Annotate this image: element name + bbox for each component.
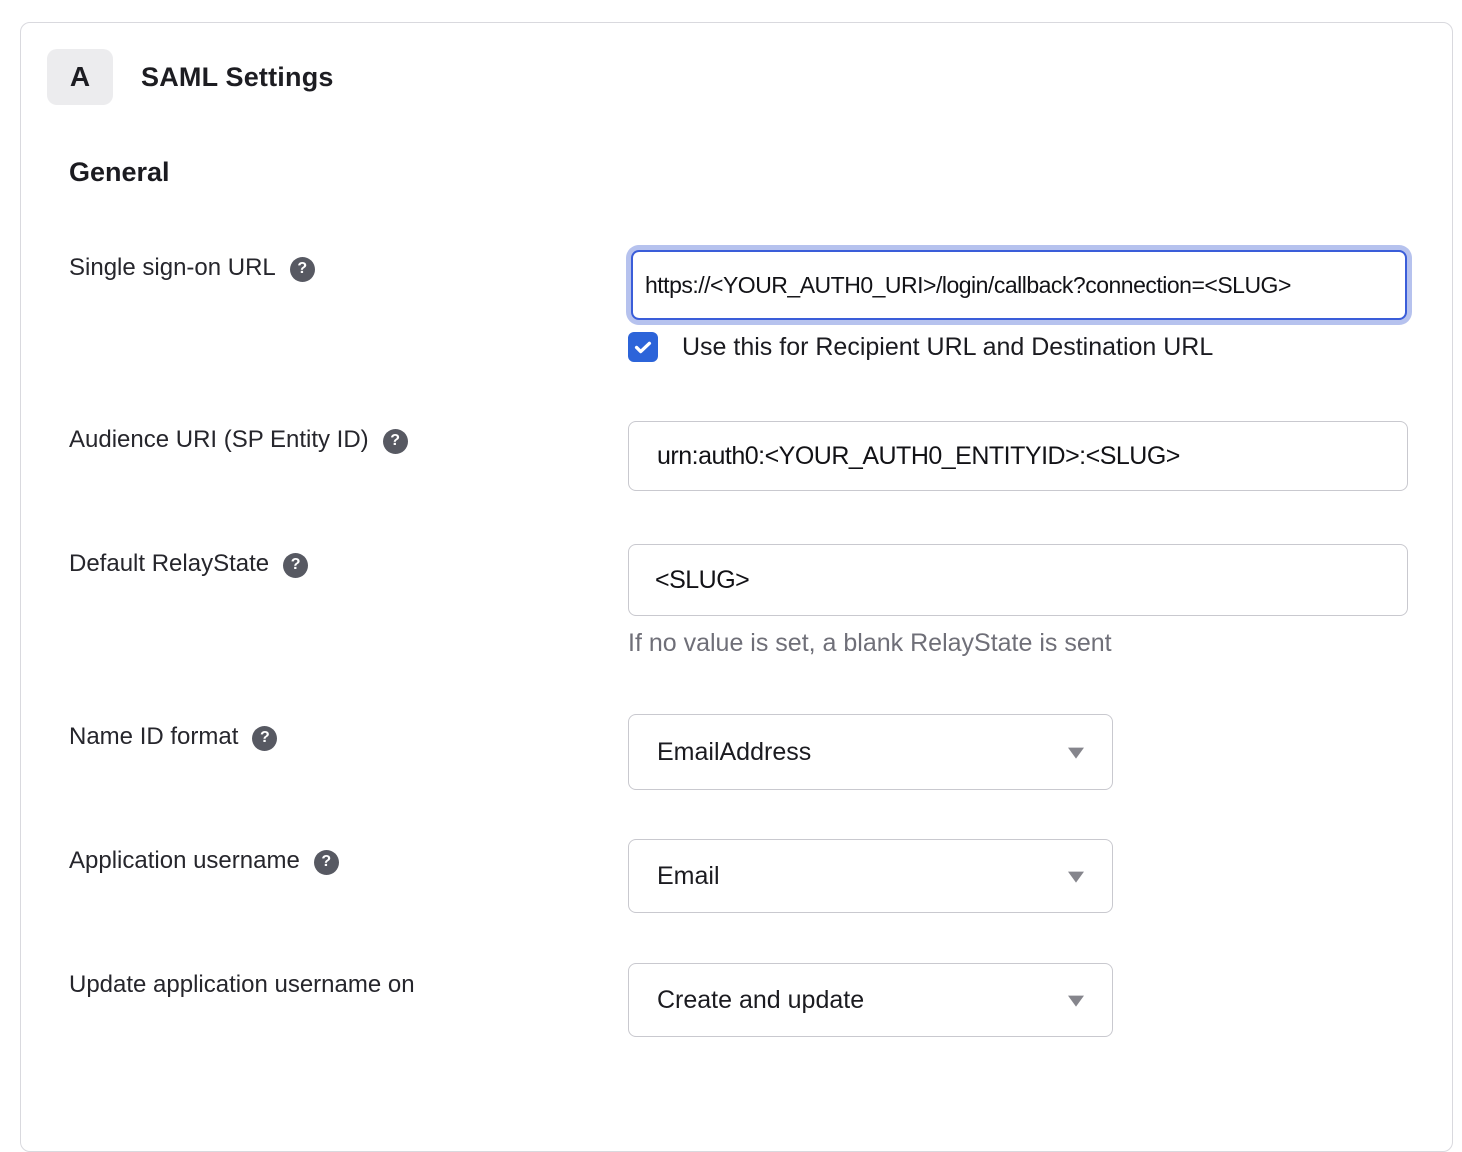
update-username-value: Create and update [657, 986, 864, 1015]
help-icon[interactable]: ? [252, 726, 277, 751]
step-badge: A [47, 49, 113, 105]
relaystate-helper-text: If no value is set, a blank RelayState i… [628, 629, 1112, 658]
chevron-down-icon [1068, 748, 1084, 759]
name-id-format-value: EmailAddress [657, 738, 811, 767]
relaystate-label-row: Default RelayState ? [69, 550, 308, 578]
name-id-format-label: Name ID format [69, 723, 238, 751]
relaystate-input[interactable] [628, 544, 1408, 616]
update-username-select[interactable]: Create and update [628, 963, 1113, 1037]
checkmark-icon [632, 336, 654, 358]
update-username-label-row: Update application username on [69, 971, 415, 999]
section-heading-general: General [69, 157, 170, 188]
help-icon[interactable]: ? [383, 429, 408, 454]
relaystate-label: Default RelayState [69, 550, 269, 578]
application-username-label-row: Application username ? [69, 847, 339, 875]
audience-uri-input[interactable] [628, 421, 1408, 491]
chevron-down-icon [1068, 996, 1084, 1007]
sso-url-input[interactable] [631, 250, 1407, 320]
application-username-label: Application username [69, 847, 300, 875]
recipient-checkbox-label: Use this for Recipient URL and Destinati… [682, 333, 1213, 362]
audience-uri-label: Audience URI (SP Entity ID) [69, 426, 369, 454]
help-icon[interactable]: ? [290, 257, 315, 282]
name-id-format-select[interactable]: EmailAddress [628, 714, 1113, 790]
audience-uri-label-row: Audience URI (SP Entity ID) ? [69, 426, 408, 454]
recipient-checkbox-row: Use this for Recipient URL and Destinati… [628, 332, 1213, 362]
name-id-format-label-row: Name ID format ? [69, 723, 277, 751]
sso-url-label-row: Single sign-on URL ? [69, 254, 315, 282]
help-icon[interactable]: ? [283, 553, 308, 578]
saml-settings-card: A SAML Settings General Single sign-on U… [20, 22, 1453, 1152]
chevron-down-icon [1068, 872, 1084, 883]
application-username-value: Email [657, 862, 720, 891]
application-username-select[interactable]: Email [628, 839, 1113, 913]
help-icon[interactable]: ? [314, 850, 339, 875]
page-title: SAML Settings [141, 62, 334, 93]
update-username-label: Update application username on [69, 971, 415, 999]
sso-url-label: Single sign-on URL [69, 254, 276, 282]
card-header: A SAML Settings [47, 49, 334, 105]
recipient-checkbox[interactable] [628, 332, 658, 362]
